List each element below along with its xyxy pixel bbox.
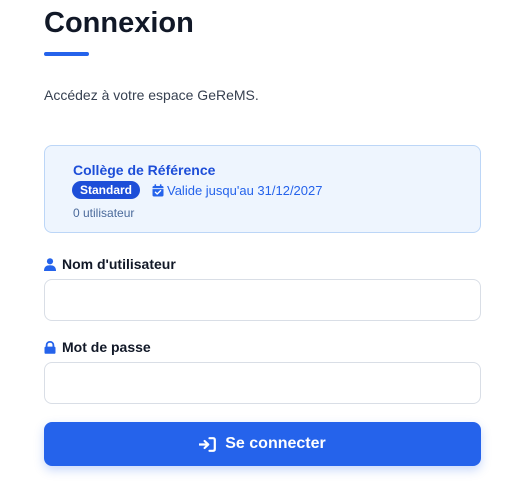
username-label: Nom d'utilisateur bbox=[44, 255, 176, 273]
username-input[interactable] bbox=[44, 279, 481, 321]
page-title: Connexion bbox=[44, 7, 194, 39]
license-card: Collège de Référence Standard Valide jus… bbox=[44, 145, 481, 233]
sign-in-icon bbox=[199, 436, 217, 452]
plan-badge: Standard bbox=[72, 181, 141, 199]
password-label-text: Mot de passe bbox=[62, 339, 151, 355]
validity-info: Valide jusqu'au 31/12/2027 bbox=[152, 181, 322, 199]
calendar-check-icon bbox=[152, 183, 164, 197]
school-name: Collège de Référence bbox=[73, 162, 216, 178]
lock-icon bbox=[44, 340, 56, 354]
password-label: Mot de passe bbox=[44, 338, 151, 356]
title-underline bbox=[44, 52, 89, 56]
user-icon bbox=[44, 257, 56, 271]
login-button-label: Se connecter bbox=[225, 435, 326, 452]
user-count: 0 utilisateur bbox=[73, 206, 135, 220]
page-subtitle: Accédez à votre espace GeReMS. bbox=[44, 87, 259, 103]
login-button[interactable]: Se connecter bbox=[44, 422, 481, 466]
validity-text: Valide jusqu'au 31/12/2027 bbox=[167, 182, 323, 198]
username-label-text: Nom d'utilisateur bbox=[62, 256, 176, 272]
password-input[interactable] bbox=[44, 362, 481, 404]
login-page: Connexion Accédez à votre espace GeReMS.… bbox=[0, 0, 506, 486]
